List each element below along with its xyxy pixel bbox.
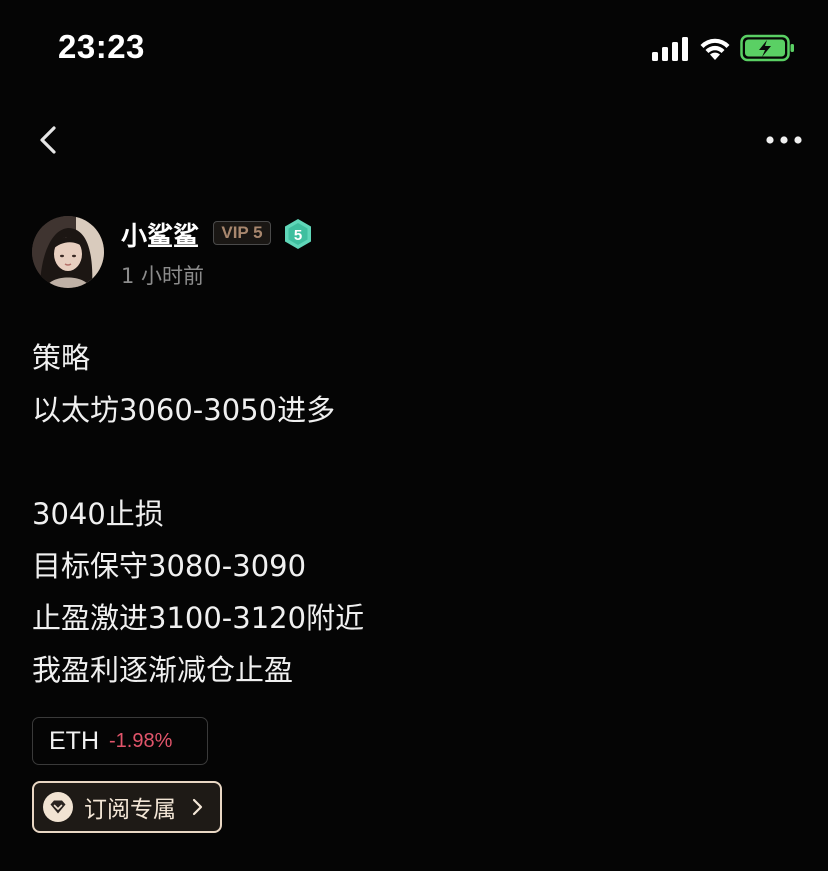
subscribe-button[interactable]: 订阅专属: [32, 781, 222, 833]
status-time: 23:23: [58, 28, 145, 65]
status-bar: 23:23: [0, 0, 828, 96]
avatar-image: [32, 216, 104, 288]
level-badge-icon: 5: [285, 219, 311, 249]
post-line: 目标保守3080-3090: [32, 549, 307, 583]
post-line: 以太坊3060-3050进多: [32, 393, 336, 427]
post-line: [32, 436, 792, 488]
post-line: 止盈激进3100-3120附近: [32, 601, 365, 635]
post-line: 3040止损: [32, 497, 164, 531]
battery-charging-icon: [740, 34, 794, 62]
post-line: 我盈利逐渐减仓止盈: [32, 653, 294, 687]
wifi-icon: [700, 38, 730, 60]
avatar[interactable]: [32, 216, 104, 288]
post-time: 1 小时前: [121, 264, 205, 288]
back-button[interactable]: [30, 118, 70, 162]
coin-tag[interactable]: ETH -1.98%: [32, 717, 208, 765]
coin-change: -1.98%: [109, 729, 173, 752]
signal-icon: [652, 37, 688, 61]
subscribe-label: 订阅专属: [84, 797, 176, 823]
coin-symbol: ETH: [49, 726, 99, 755]
more-button[interactable]: [760, 124, 808, 156]
author-name[interactable]: 小鲨鲨: [121, 216, 199, 253]
post-line: 策略: [32, 341, 91, 375]
vip-badge: VIP 5: [213, 221, 271, 245]
level-number: 5: [294, 227, 302, 244]
chevron-right-icon: [192, 798, 203, 816]
post-content: 策略 以太坊3060-3050进多 3040止损 目标保守3080-3090 止…: [32, 332, 792, 696]
diamond-heart-icon: [43, 792, 73, 822]
